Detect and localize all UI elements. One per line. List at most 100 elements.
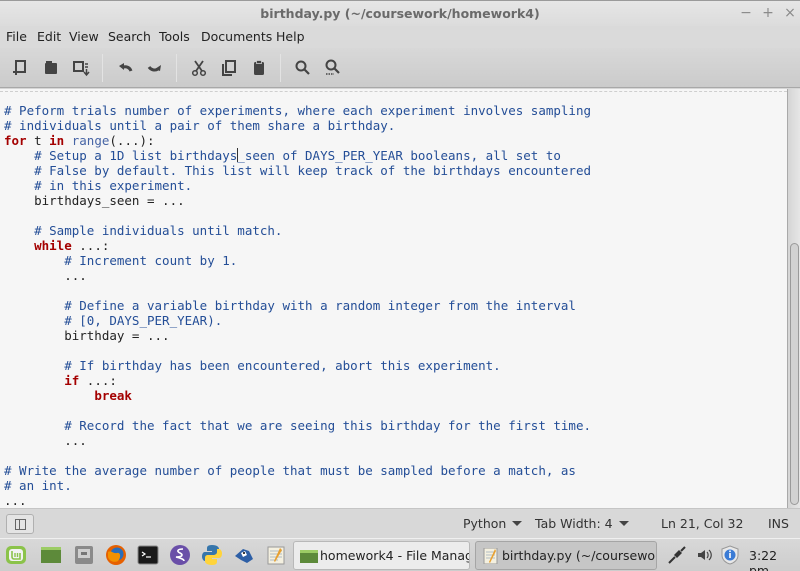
code-token-comment: # individuals until a pair of them share… [4, 118, 396, 133]
file-manager-launcher[interactable] [73, 544, 95, 566]
terminal-icon [137, 545, 159, 565]
copy-button[interactable] [219, 58, 239, 78]
code-token-kw: in [49, 133, 65, 148]
menu-bar: File Edit View Search Tools Documents He… [0, 26, 800, 48]
mint-logo-icon [6, 546, 26, 564]
search-icon [295, 60, 310, 75]
python-launcher[interactable] [201, 544, 223, 566]
task-file-manager[interactable]: homework4 - File Manager [293, 541, 470, 570]
code-token-comment: # Record the fact that we are seeing thi… [4, 418, 591, 433]
network-plug-icon [668, 546, 686, 564]
code-line[interactable] [4, 448, 591, 463]
code-line[interactable]: ... [4, 493, 591, 508]
code-token-kw: for [4, 133, 27, 148]
code-line[interactable]: # False by default. This list will keep … [4, 163, 591, 178]
menu-search[interactable]: Search [108, 29, 151, 44]
code-token-plain: ... [4, 268, 87, 283]
paste-button[interactable] [249, 58, 269, 78]
code-line[interactable] [4, 343, 591, 358]
network-tray-button[interactable] [667, 545, 687, 569]
code-line[interactable]: # Setup a 1D list birthdays_seen of DAYS… [4, 148, 591, 163]
code-line[interactable] [4, 283, 591, 298]
margin-ruler [0, 91, 787, 92]
code-line[interactable] [4, 403, 591, 418]
bluej-launcher[interactable] [233, 544, 255, 566]
code-line[interactable]: # individuals until a pair of them share… [4, 118, 591, 133]
code-token-comment: # Setup a 1D list birthdays [4, 148, 238, 163]
close-button[interactable]: × [783, 5, 797, 21]
emacs-launcher[interactable] [169, 544, 191, 566]
menu-file[interactable]: File [6, 29, 27, 44]
code-token-plain: ... [4, 493, 27, 508]
terminal-launcher[interactable] [137, 544, 159, 566]
code-token-comment: # [0, DAYS_PER_YEAR). [4, 313, 223, 328]
insert-mode: INS [768, 516, 789, 531]
cut-button[interactable] [189, 58, 209, 78]
new-document-button[interactable] [10, 58, 30, 78]
chevron-down-icon [512, 521, 523, 526]
vertical-scrollbar[interactable] [787, 89, 800, 508]
toolbar-separator [280, 54, 281, 82]
code-line[interactable]: # [0, DAYS_PER_YEAR). [4, 313, 591, 328]
menu-documents[interactable]: Documents [201, 29, 272, 44]
code-token-plain: ...: [71, 238, 110, 253]
code-line[interactable]: while ...: [4, 238, 591, 253]
show-desktop-launcher[interactable] [40, 544, 62, 566]
menu-edit[interactable]: Edit [37, 29, 61, 44]
scrollbar-thumb[interactable] [790, 243, 799, 505]
toggle-side-panel-button[interactable] [6, 514, 34, 534]
minimize-button[interactable]: − [739, 5, 753, 21]
code-line[interactable]: ... [4, 268, 591, 283]
maximize-button[interactable]: + [761, 5, 775, 21]
code-content[interactable]: # Peform trials number of experiments, w… [4, 103, 591, 508]
code-line[interactable]: ... [4, 433, 591, 448]
volume-tray-button[interactable] [695, 545, 715, 569]
text-editor-icon [267, 546, 285, 565]
open-document-icon [45, 61, 57, 74]
find-button[interactable] [293, 58, 313, 78]
code-line[interactable]: # If birthday has been encountered, abor… [4, 358, 591, 373]
code-line[interactable]: # Peform trials number of experiments, w… [4, 103, 591, 118]
language-selector[interactable]: Python [463, 516, 523, 531]
redo-button[interactable] [145, 58, 165, 78]
update-manager-tray-button[interactable] [720, 545, 740, 569]
code-line[interactable]: # an int. [4, 478, 591, 493]
code-line[interactable]: # Define a variable birthday with a rand… [4, 298, 591, 313]
code-line[interactable]: # Increment count by 1. [4, 253, 591, 268]
find-replace-button[interactable] [323, 58, 343, 78]
toolbar [0, 48, 800, 88]
desktop-icon [41, 547, 61, 563]
code-token-kw: if [64, 373, 80, 388]
code-line[interactable]: # Write the average number of people tha… [4, 463, 591, 478]
code-line[interactable]: birthday = ... [4, 328, 591, 343]
code-token-kw: while [34, 238, 72, 253]
clock[interactable]: 3:22 pm [749, 548, 800, 571]
firefox-launcher[interactable] [105, 544, 127, 566]
code-line[interactable]: break [4, 388, 591, 403]
code-line[interactable]: for t in range(...): [4, 133, 591, 148]
menu-view[interactable]: View [69, 29, 99, 44]
open-document-button[interactable] [41, 58, 61, 78]
code-line[interactable]: # Record the fact that we are seeing thi… [4, 418, 591, 433]
code-editor[interactable]: # Peform trials number of experiments, w… [0, 89, 787, 508]
code-line[interactable]: birthdays_seen = ... [4, 193, 591, 208]
shield-info-icon [721, 545, 739, 565]
code-line[interactable]: # in this experiment. [4, 178, 591, 193]
mint-menu-button[interactable] [5, 544, 27, 566]
save-document-button[interactable] [71, 58, 91, 78]
menu-tools[interactable]: Tools [159, 29, 190, 44]
text-editor-launcher[interactable] [265, 544, 287, 566]
redo-icon [147, 65, 161, 72]
task-label: birthday.py (~/coursewor... [502, 548, 657, 563]
task-text-editor[interactable]: birthday.py (~/coursewor... [475, 541, 657, 570]
tab-width-selector[interactable]: Tab Width: 4 [535, 516, 629, 531]
code-token-plain: ... [4, 433, 87, 448]
undo-button[interactable] [115, 58, 135, 78]
code-line[interactable] [4, 208, 591, 223]
code-token-plain: ...: [79, 373, 117, 388]
menu-help[interactable]: Help [276, 29, 305, 44]
code-line[interactable]: # Sample individuals until match. [4, 223, 591, 238]
text-editor-icon [483, 548, 498, 564]
code-line[interactable]: if ...: [4, 373, 591, 388]
